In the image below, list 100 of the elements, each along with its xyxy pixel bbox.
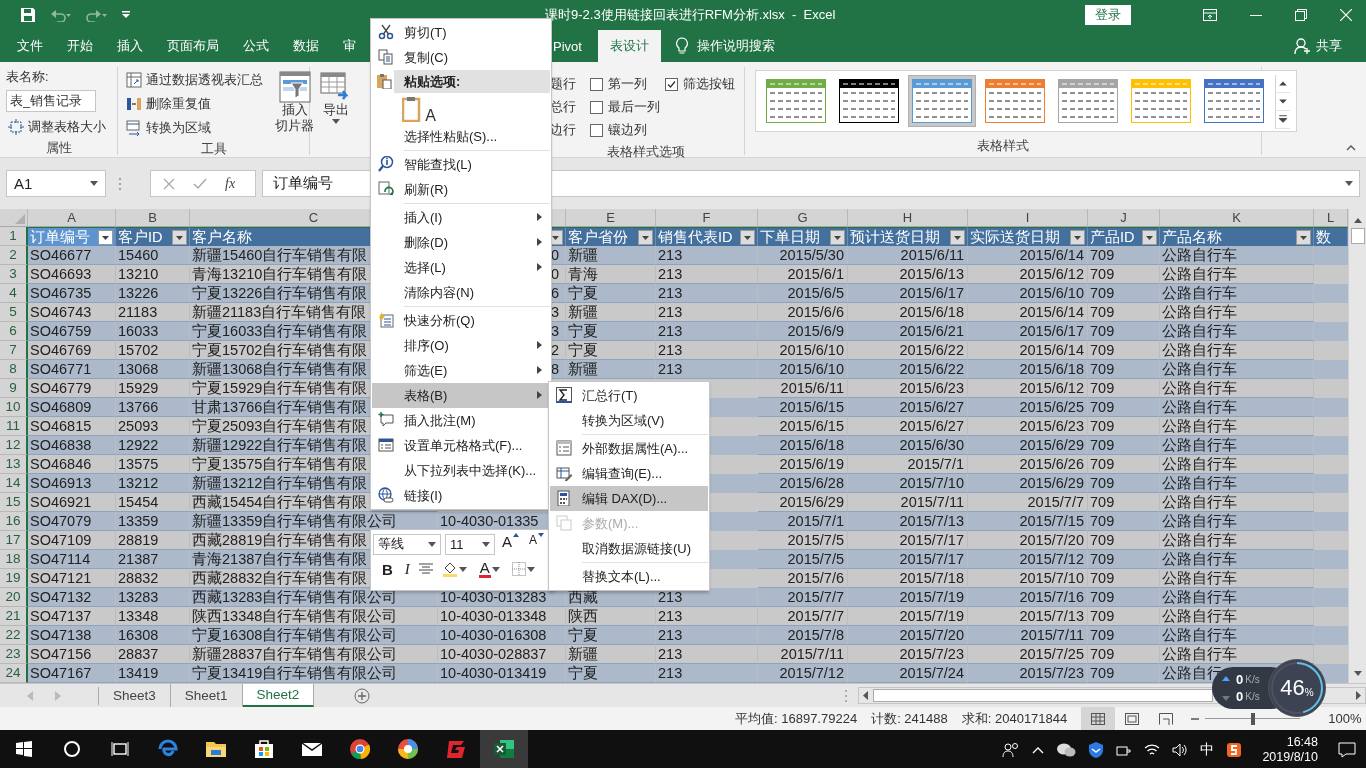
save-icon[interactable] [20,7,36,23]
tool-button[interactable]: 通过数据透视表汇总 [124,69,265,91]
menu-item[interactable]: 汇总行(T) [550,383,708,408]
table-name-field[interactable]: 表_销售记录 [6,90,96,112]
grow-font-button[interactable]: A [499,533,522,555]
ribbon-tab[interactable]: 插入 [105,30,155,62]
lookup-icon [378,156,394,172]
input-method-indicator[interactable]: 中 [1200,741,1215,759]
customize-icon[interactable] [122,11,130,19]
restore-icon[interactable] [1295,9,1307,21]
add-sheet-icon[interactable] [354,687,371,704]
ribbon-tab[interactable]: 文件 [5,30,55,62]
ribbon-tab[interactable]: 公式 [231,30,281,62]
paste-as-text-button[interactable]: A [402,94,436,123]
checkbox[interactable] [590,78,603,91]
round-browser-icon [348,737,372,761]
filter-button[interactable] [830,229,845,245]
menu-item[interactable]: 转换为区域(V) [550,408,708,433]
people-icon[interactable] [1002,742,1021,758]
caret-icon [458,566,467,572]
start-icon[interactable] [16,741,32,757]
column-heading[interactable]: J [1088,209,1160,226]
menu-item[interactable]: 复制(C) [372,45,550,70]
column-heading[interactable]: E [566,209,656,226]
filter-button[interactable] [172,229,187,245]
view-button[interactable] [1081,707,1116,730]
font-color-button[interactable]: A [475,558,503,580]
checkbox-label: 最后一列 [608,99,660,116]
column-heading[interactable]: I [968,209,1088,226]
filter-button[interactable] [98,229,113,245]
insert-slicer-button[interactable]: 插入 切片器 [271,69,318,139]
calculator-icon [556,490,572,506]
menu-item[interactable]: 剪切(T) [372,20,550,45]
zoom-level[interactable]: 100% [1328,711,1362,726]
ribbon-tab[interactable]: 表设计 [597,30,661,62]
font-name-box[interactable]: 等线 [373,533,441,555]
filter-button[interactable] [1070,229,1085,245]
scroll-thumb[interactable] [873,689,1214,702]
network-icon[interactable] [1116,743,1133,757]
checkbox[interactable] [590,101,603,114]
checkbox[interactable] [590,124,603,137]
export-button[interactable]: 导出 [316,69,356,153]
notifications-icon[interactable] [1338,742,1356,758]
column-heading[interactable]: H [848,209,968,226]
checkbox-label: 筛选按钮 [683,76,735,93]
menu-item[interactable]: 替换文本(L)... [550,564,708,589]
menu-item[interactable]: 外部数据属性(A)... [550,436,708,461]
filter-button[interactable] [638,229,653,245]
align-center-icon[interactable] [418,563,433,575]
clock[interactable]: 16:48 2019/8/10 [1262,735,1318,765]
checkbox[interactable] [665,78,678,91]
share-button[interactable]: 共享 [1316,37,1342,55]
insert-function-button[interactable]: fx [225,175,236,192]
scroll-thumb[interactable] [1350,228,1365,244]
chat-bubbles-icon[interactable] [1056,742,1077,758]
ribbon-tab[interactable]: 数据 [281,30,331,62]
menu-item[interactable]: 取消数据源链接(U) [550,536,708,561]
column-heading[interactable]: G [758,209,848,226]
checkbox-label: 镶边列 [608,122,647,139]
ribbon-tab[interactable]: 页面布局 [155,30,231,62]
row-number: 22 [0,626,28,645]
resize-table-button[interactable]: 调整表格大小 [6,116,111,138]
ribbon-tab[interactable]: 开始 [55,30,105,62]
volume-icon[interactable] [1172,743,1189,757]
close-icon[interactable] [1340,9,1352,21]
shield-icon[interactable] [1088,741,1105,759]
tell-me-search[interactable]: 操作说明搜索 [696,37,775,55]
quick-analysis-icon [378,312,394,328]
collapse-ribbon-icon[interactable] [1346,145,1356,151]
zoom-slider-thumb[interactable] [1250,712,1255,725]
search-icon[interactable] [63,740,81,758]
tool-button[interactable]: 删除重复值 [124,93,265,115]
status-sum: 求和: 2040171844 [961,709,1068,728]
task-view-icon[interactable] [111,741,129,757]
chevron-up-icon[interactable] [1032,746,1045,754]
filter-button[interactable] [1142,229,1157,245]
name-box[interactable]: A1 [6,170,106,197]
column-heading[interactable]: A [28,209,116,226]
ribbon-tab[interactable]: Pivot [553,30,598,62]
redo-icon[interactable] [86,8,108,22]
menu-item[interactable]: 编辑 DAX(D)... [550,486,708,511]
sign-in-button[interactable]: 登录 [1085,5,1131,25]
column-heading[interactable]: F [656,209,758,226]
menu-item[interactable]: 表格(B) [372,383,550,408]
ribbon-tab[interactable]: 审 [331,30,368,62]
filter-button[interactable] [1296,229,1311,245]
font-size-box[interactable]: 11 [445,533,495,555]
column-heading[interactable]: B [116,209,190,226]
keyboard-app-icon[interactable] [1226,742,1243,758]
sheet-tab[interactable]: Sheet2 [242,684,315,707]
tool-button[interactable]: 转换为区域 [124,117,265,139]
wifi-icon[interactable] [1144,743,1161,757]
undo-icon[interactable] [50,8,72,22]
filter-button[interactable] [950,229,965,245]
menu-item[interactable]: 选择性粘贴(S)... [372,124,550,149]
ribbon-display-icon[interactable] [1203,9,1217,21]
menu-item[interactable]: 编辑查询(E)... [550,461,708,486]
shrink-font-button[interactable]: A [526,533,548,555]
filter-button[interactable] [740,229,755,245]
column-heading[interactable]: K [1160,209,1314,226]
